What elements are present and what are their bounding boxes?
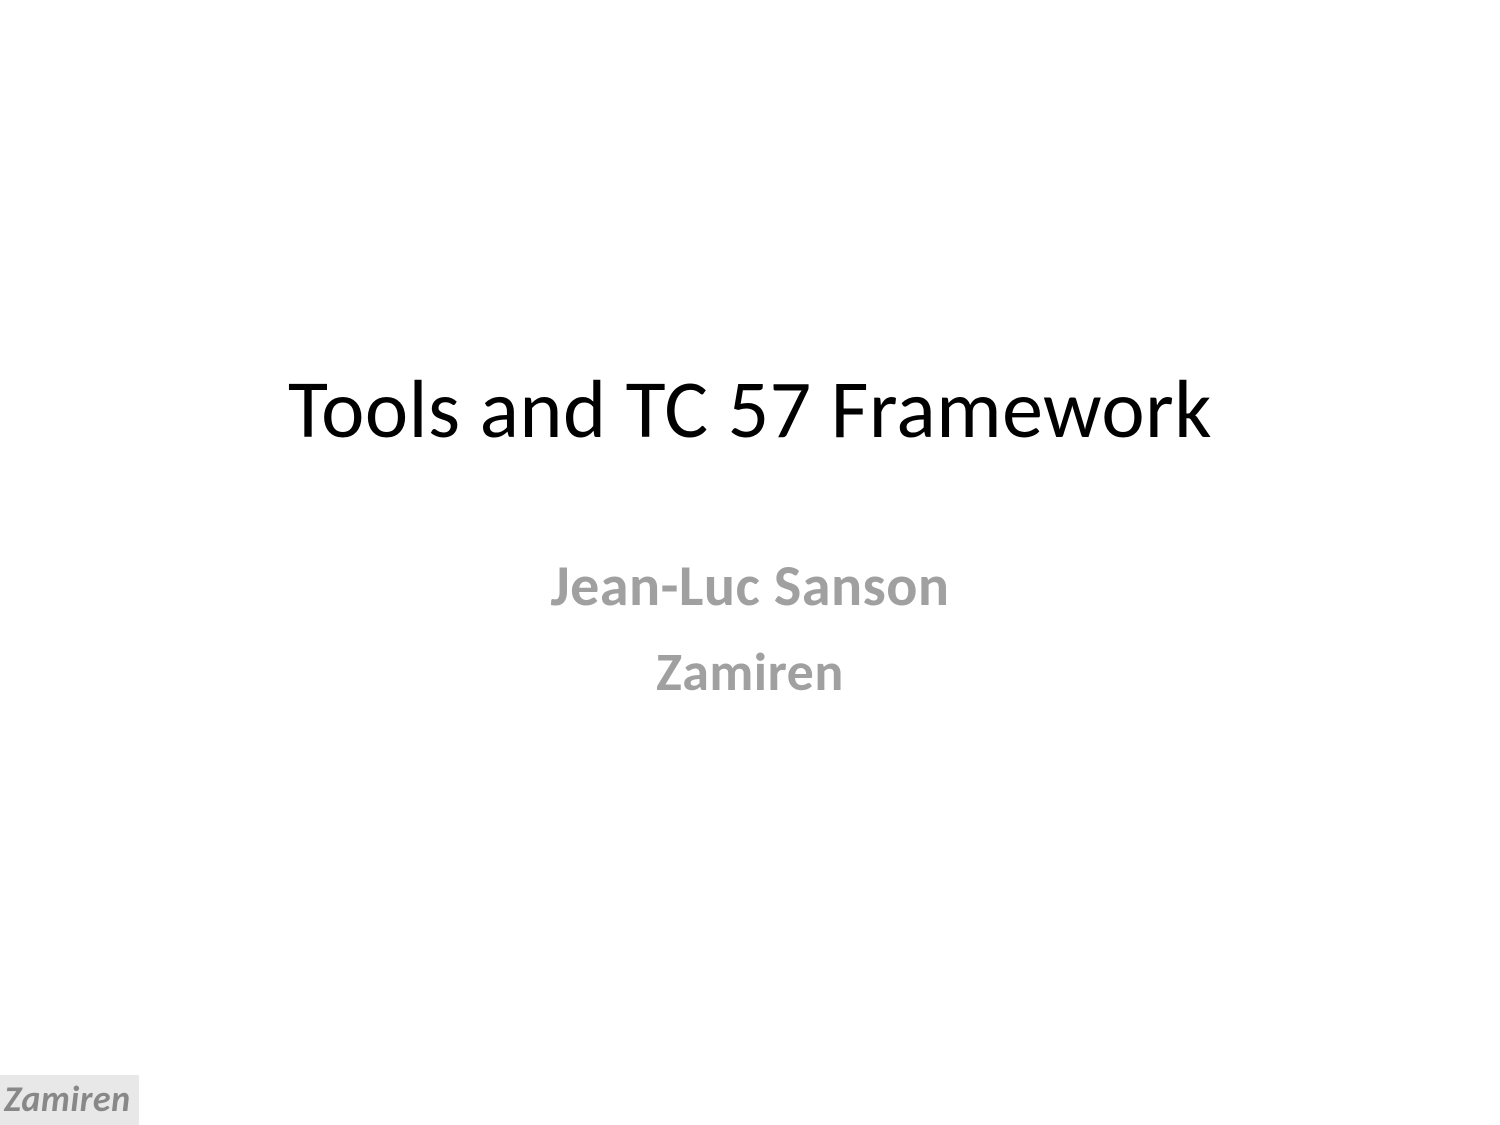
slide-title: Tools and TC 57 Framework	[288, 360, 1212, 460]
subtitle-block: Jean-Luc Sanson Zamiren	[550, 550, 949, 705]
author-name: Jean-Luc Sanson	[550, 550, 949, 621]
footer-logo: Zamiren	[0, 1075, 139, 1125]
author-affiliation: Zamiren	[656, 639, 844, 705]
slide-content: Tools and TC 57 Framework Jean-Luc Sanso…	[0, 0, 1500, 1125]
